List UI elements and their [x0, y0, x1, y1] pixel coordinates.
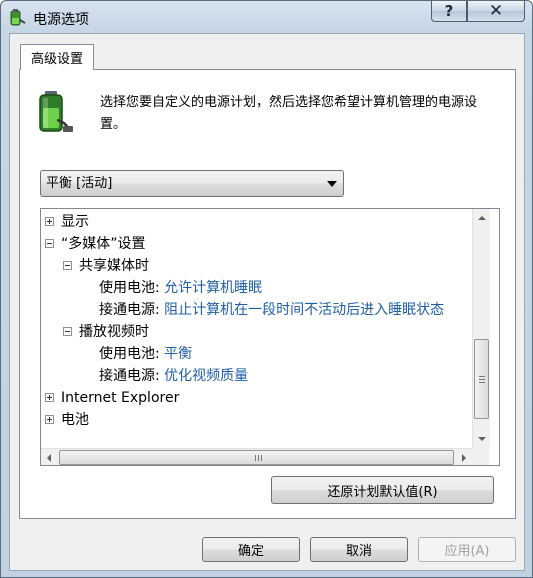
- cancel-button[interactable]: 取消: [310, 537, 408, 562]
- grip-icon: [255, 455, 262, 461]
- setting-value-link[interactable]: 优化视频质量: [164, 368, 248, 384]
- dialog-client-area: 高级设置 选择您要自定义的电源计划，然后选择您希望计算机管理的电源设置。 平衡 …: [9, 33, 525, 571]
- plan-description: 选择您要自定义的电源计划，然后选择您希望计算机管理的电源设置。: [100, 95, 478, 132]
- collapse-minus-icon[interactable]: [63, 261, 72, 270]
- setting-label: 使用电池:: [99, 280, 160, 296]
- scroll-up-icon[interactable]: [473, 209, 490, 226]
- expand-plus-icon[interactable]: [45, 415, 54, 424]
- setting-video-plugged-in[interactable]: 接通电源: 优化视频质量: [99, 365, 248, 387]
- ok-button[interactable]: 确定: [202, 537, 300, 562]
- apply-button[interactable]: 应用(A): [418, 537, 516, 562]
- setting-label: 使用电池:: [99, 346, 160, 362]
- setting-sharing-plugged-in[interactable]: 接通电源: 阻止计算机在一段时间不活动后进入睡眠状态: [99, 299, 444, 321]
- setting-label: 接通电源:: [99, 368, 160, 384]
- close-button[interactable]: ✕: [467, 1, 525, 22]
- tree-item-multimedia[interactable]: “多媒体”设置: [45, 233, 146, 255]
- tree-item-label: “多媒体”设置: [61, 236, 146, 252]
- vertical-scrollbar[interactable]: [472, 209, 490, 448]
- setting-value-link[interactable]: 阻止计算机在一段时间不活动后进入睡眠状态: [164, 302, 444, 318]
- expand-plus-icon[interactable]: [45, 217, 54, 226]
- scrollbar-corner: [472, 448, 489, 465]
- tree-item-label: 显示: [61, 214, 89, 230]
- tree-item-battery[interactable]: 电池: [45, 409, 89, 431]
- expand-plus-icon[interactable]: [45, 393, 54, 402]
- tree-item-label: 播放视频时: [79, 324, 149, 340]
- tree-item-label: 电池: [61, 412, 89, 428]
- scroll-left-icon[interactable]: [41, 449, 58, 465]
- setting-video-on-battery[interactable]: 使用电池: 平衡: [99, 343, 192, 365]
- vertical-scroll-thumb[interactable]: [474, 339, 489, 419]
- horizontal-scrollbar[interactable]: [41, 448, 472, 465]
- horizontal-scroll-thumb[interactable]: [59, 450, 454, 465]
- power-plan-select[interactable]: 平衡 [活动]: [40, 170, 344, 197]
- power-plan-select-value: 平衡 [活动]: [46, 176, 113, 191]
- battery-plug-icon: [39, 91, 73, 132]
- tree-item-label: 共享媒体时: [79, 258, 149, 274]
- collapse-minus-icon[interactable]: [63, 327, 72, 336]
- window-title: 电源选项: [33, 12, 89, 28]
- power-options-icon: [10, 9, 26, 26]
- collapse-minus-icon[interactable]: [45, 239, 54, 248]
- scroll-right-icon[interactable]: [455, 449, 472, 465]
- tree-item-internet-explorer[interactable]: Internet Explorer: [45, 387, 179, 409]
- tree-item-display[interactable]: 显示: [45, 211, 89, 233]
- chevron-down-icon[interactable]: [327, 181, 337, 187]
- setting-label: 接通电源:: [99, 302, 160, 318]
- restore-defaults-button[interactable]: 还原计划默认值(R): [271, 476, 494, 504]
- tree-item-label: Internet Explorer: [61, 390, 180, 406]
- help-button[interactable]: ?: [431, 1, 467, 22]
- setting-value-link[interactable]: 平衡: [164, 346, 192, 362]
- tree-item-media-sharing[interactable]: 共享媒体时: [63, 255, 149, 277]
- scroll-down-icon[interactable]: [473, 431, 490, 448]
- power-settings-tree[interactable]: 显示 “多媒体”设置 共享媒体时 使用电池: 允许计算机睡眠 接通电源: 阻止计…: [40, 208, 500, 466]
- setting-value-link[interactable]: 允许计算机睡眠: [164, 280, 262, 296]
- setting-sharing-on-battery[interactable]: 使用电池: 允许计算机睡眠: [99, 277, 262, 299]
- power-options-window: 电源选项 ? ✕ 高级设置 选择您要自定义的电源计划，然后选择您希望计算机管理的…: [0, 0, 533, 578]
- tree-item-video-playback[interactable]: 播放视频时: [63, 321, 149, 343]
- title-bar: 电源选项 ? ✕: [1, 1, 532, 33]
- grip-icon: [479, 376, 485, 383]
- tab-advanced-settings[interactable]: 高级设置: [20, 44, 94, 70]
